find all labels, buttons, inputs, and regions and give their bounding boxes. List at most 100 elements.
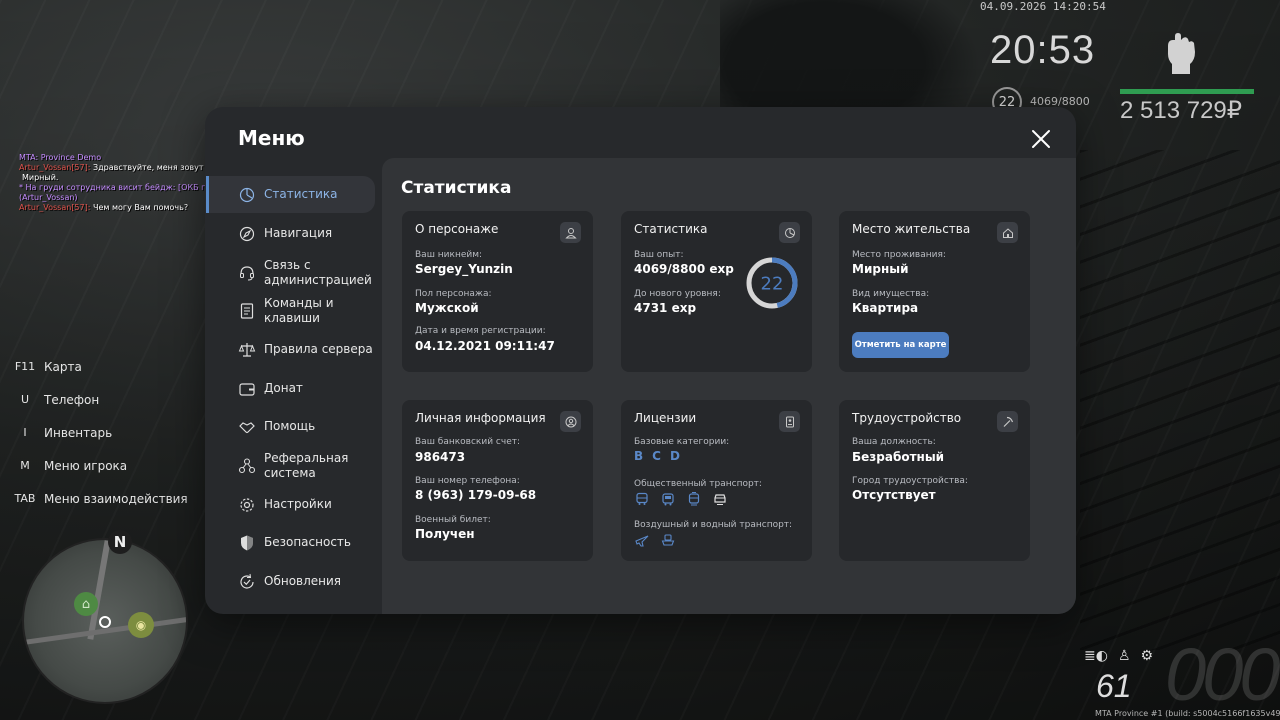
key-hint: U Телефон xyxy=(14,383,188,416)
public-transport-label: Общественный транспорт: xyxy=(634,479,762,489)
update-icon xyxy=(240,573,254,589)
card-title: О персонаже xyxy=(415,222,499,236)
sidebar-item-label: Реферальная система xyxy=(264,450,349,480)
gender-label: Пол персонажа: xyxy=(415,289,492,299)
key-hint: M Меню игрока xyxy=(14,449,188,482)
key-hint: TAB Меню взаимодействия xyxy=(14,482,188,515)
plane-icon xyxy=(634,532,650,548)
fuel-level: 61 xyxy=(1096,668,1132,704)
key-hint: F11 Карта xyxy=(14,350,188,383)
compass-icon xyxy=(239,226,255,241)
hud-datetime: 04.09.2026 14:20:54 xyxy=(980,0,1106,13)
vehicle-indicators: ≣◐ ♙ ⚙ xyxy=(1084,648,1153,664)
license-categories: B C D xyxy=(634,449,680,463)
headset-icon xyxy=(240,265,254,280)
sidebar-item[interactable]: Донат xyxy=(206,370,375,407)
card-title: Лицензии xyxy=(634,411,697,425)
sidebar-item[interactable]: Навигация xyxy=(206,215,375,252)
key-label: Инвентарь xyxy=(44,425,113,440)
work-city-value: Отсутствует xyxy=(852,488,936,502)
sidebar-item[interactable]: Безопасность xyxy=(206,524,375,561)
trolleybus-icon xyxy=(660,491,676,507)
chat-author: Artur_Vossan[57]: xyxy=(19,203,91,212)
document-icon xyxy=(240,302,254,319)
sidebar-item[interactable]: Реферальная система xyxy=(206,447,375,484)
sidebar-item[interactable]: Настройки xyxy=(206,486,375,523)
wallet-icon xyxy=(239,382,255,396)
card-personal-info: Личная информация Ваш банковский счет: 9… xyxy=(402,400,593,561)
headlights-icon: ≣◐ xyxy=(1084,648,1108,664)
tram-icon xyxy=(686,491,702,507)
license-category: D xyxy=(669,449,680,463)
air-water-icons xyxy=(634,532,676,548)
sidebar-item[interactable]: Правила сервера xyxy=(206,331,375,368)
military-value: Получен xyxy=(415,527,475,541)
sidebar-item[interactable]: Статистика xyxy=(206,176,375,213)
sidebar-item[interactable]: Обновления xyxy=(206,563,375,600)
chat-author: (Artur_Vossan) xyxy=(19,193,78,202)
key-cap: I xyxy=(23,426,27,439)
minimap-north: N xyxy=(108,530,132,554)
bank-label: Ваш банковский счет: xyxy=(415,437,521,447)
pickaxe-icon[interactable] xyxy=(997,411,1018,432)
chat-text: Чем могу Вам помочь? xyxy=(90,203,189,212)
fist-icon xyxy=(1168,33,1195,74)
card-title: Место жительства xyxy=(852,222,971,236)
chat-author: MTA: Province Demo xyxy=(19,153,102,162)
home-icon: ⌂ xyxy=(74,592,98,616)
card-title: Трудоустройство xyxy=(852,411,962,425)
menu-window: Меню Статистика Навигация Связь с администр… xyxy=(205,107,1076,614)
sidebar-item-label: Команды и клавиши xyxy=(264,295,334,325)
nick-value: Sergey_Yunzin xyxy=(415,262,513,276)
bank-value: 986473 xyxy=(415,450,466,464)
key-cap: F11 xyxy=(14,360,36,373)
sidebar-item[interactable]: Связь с администрацией xyxy=(206,254,375,291)
shield-icon xyxy=(241,535,253,550)
stats-icon xyxy=(239,187,255,202)
user-icon[interactable] xyxy=(560,222,581,243)
card-stats: Статистика Ваш опыт: 4069/8800 exp До но… xyxy=(621,211,812,372)
license-category: C xyxy=(652,449,661,463)
user-circle-icon[interactable] xyxy=(560,411,581,432)
minimap: ⌂ ◉ xyxy=(22,538,188,704)
license-card-icon[interactable] xyxy=(779,411,800,432)
license-category: B xyxy=(634,449,644,463)
close-icon[interactable] xyxy=(1029,127,1053,151)
sidebar-item[interactable]: Помощь xyxy=(206,408,375,445)
house-icon[interactable] xyxy=(997,222,1018,243)
menu-title: Меню xyxy=(238,126,305,150)
phone-label: Ваш номер телефона: xyxy=(415,476,520,486)
speed-readout: 000 xyxy=(1165,633,1280,716)
sidebar-item-label: Настройки xyxy=(264,497,332,511)
hud-money: 2 513 729₽ xyxy=(1120,97,1243,124)
sidebar-item-label: Обновления xyxy=(264,574,342,588)
minimap-blip-icon: ◉ xyxy=(128,612,154,638)
key-label: Карта xyxy=(44,359,82,374)
boat-icon xyxy=(660,532,676,548)
card-title: Статистика xyxy=(634,222,708,236)
position-label: Ваша должность: xyxy=(852,437,936,447)
exp-label: Ваш опыт: xyxy=(634,250,684,260)
pie-chart-icon[interactable] xyxy=(779,222,800,243)
build-info: MTA Province #1 (build: s5004c5166f1635v… xyxy=(1095,709,1280,718)
sidebar-item[interactable]: Команды и клавиши xyxy=(206,292,375,329)
sidebar-item-label: Донат xyxy=(264,381,303,395)
key-cap: TAB xyxy=(14,492,36,505)
place-value: Мирный xyxy=(852,262,909,276)
hud-clock: 20:53 xyxy=(990,28,1096,72)
card-title: Личная информация xyxy=(415,411,546,425)
chat-author: Artur_Vossan[57]: xyxy=(19,163,91,172)
card-residence: Место жительства Место проживания: Мирны… xyxy=(839,211,1030,372)
scales-icon xyxy=(238,342,256,357)
work-city-label: Город трудоустройства: xyxy=(852,476,968,486)
key-hint: I Инвентарь xyxy=(14,416,188,449)
key-cap: M xyxy=(20,459,30,472)
next-level-label: До нового уровня: xyxy=(634,289,721,299)
mark-on-map-button[interactable]: Отметить на карте xyxy=(852,332,949,358)
level-progress-ring: 22 xyxy=(746,257,798,309)
reg-label: Дата и время регистрации: xyxy=(415,326,546,336)
card-licenses: Лицензии Базовые категории: B C D Общест… xyxy=(621,400,812,561)
gear-icon xyxy=(240,497,254,512)
handshake-icon xyxy=(239,421,255,433)
player-marker-icon xyxy=(99,616,111,628)
